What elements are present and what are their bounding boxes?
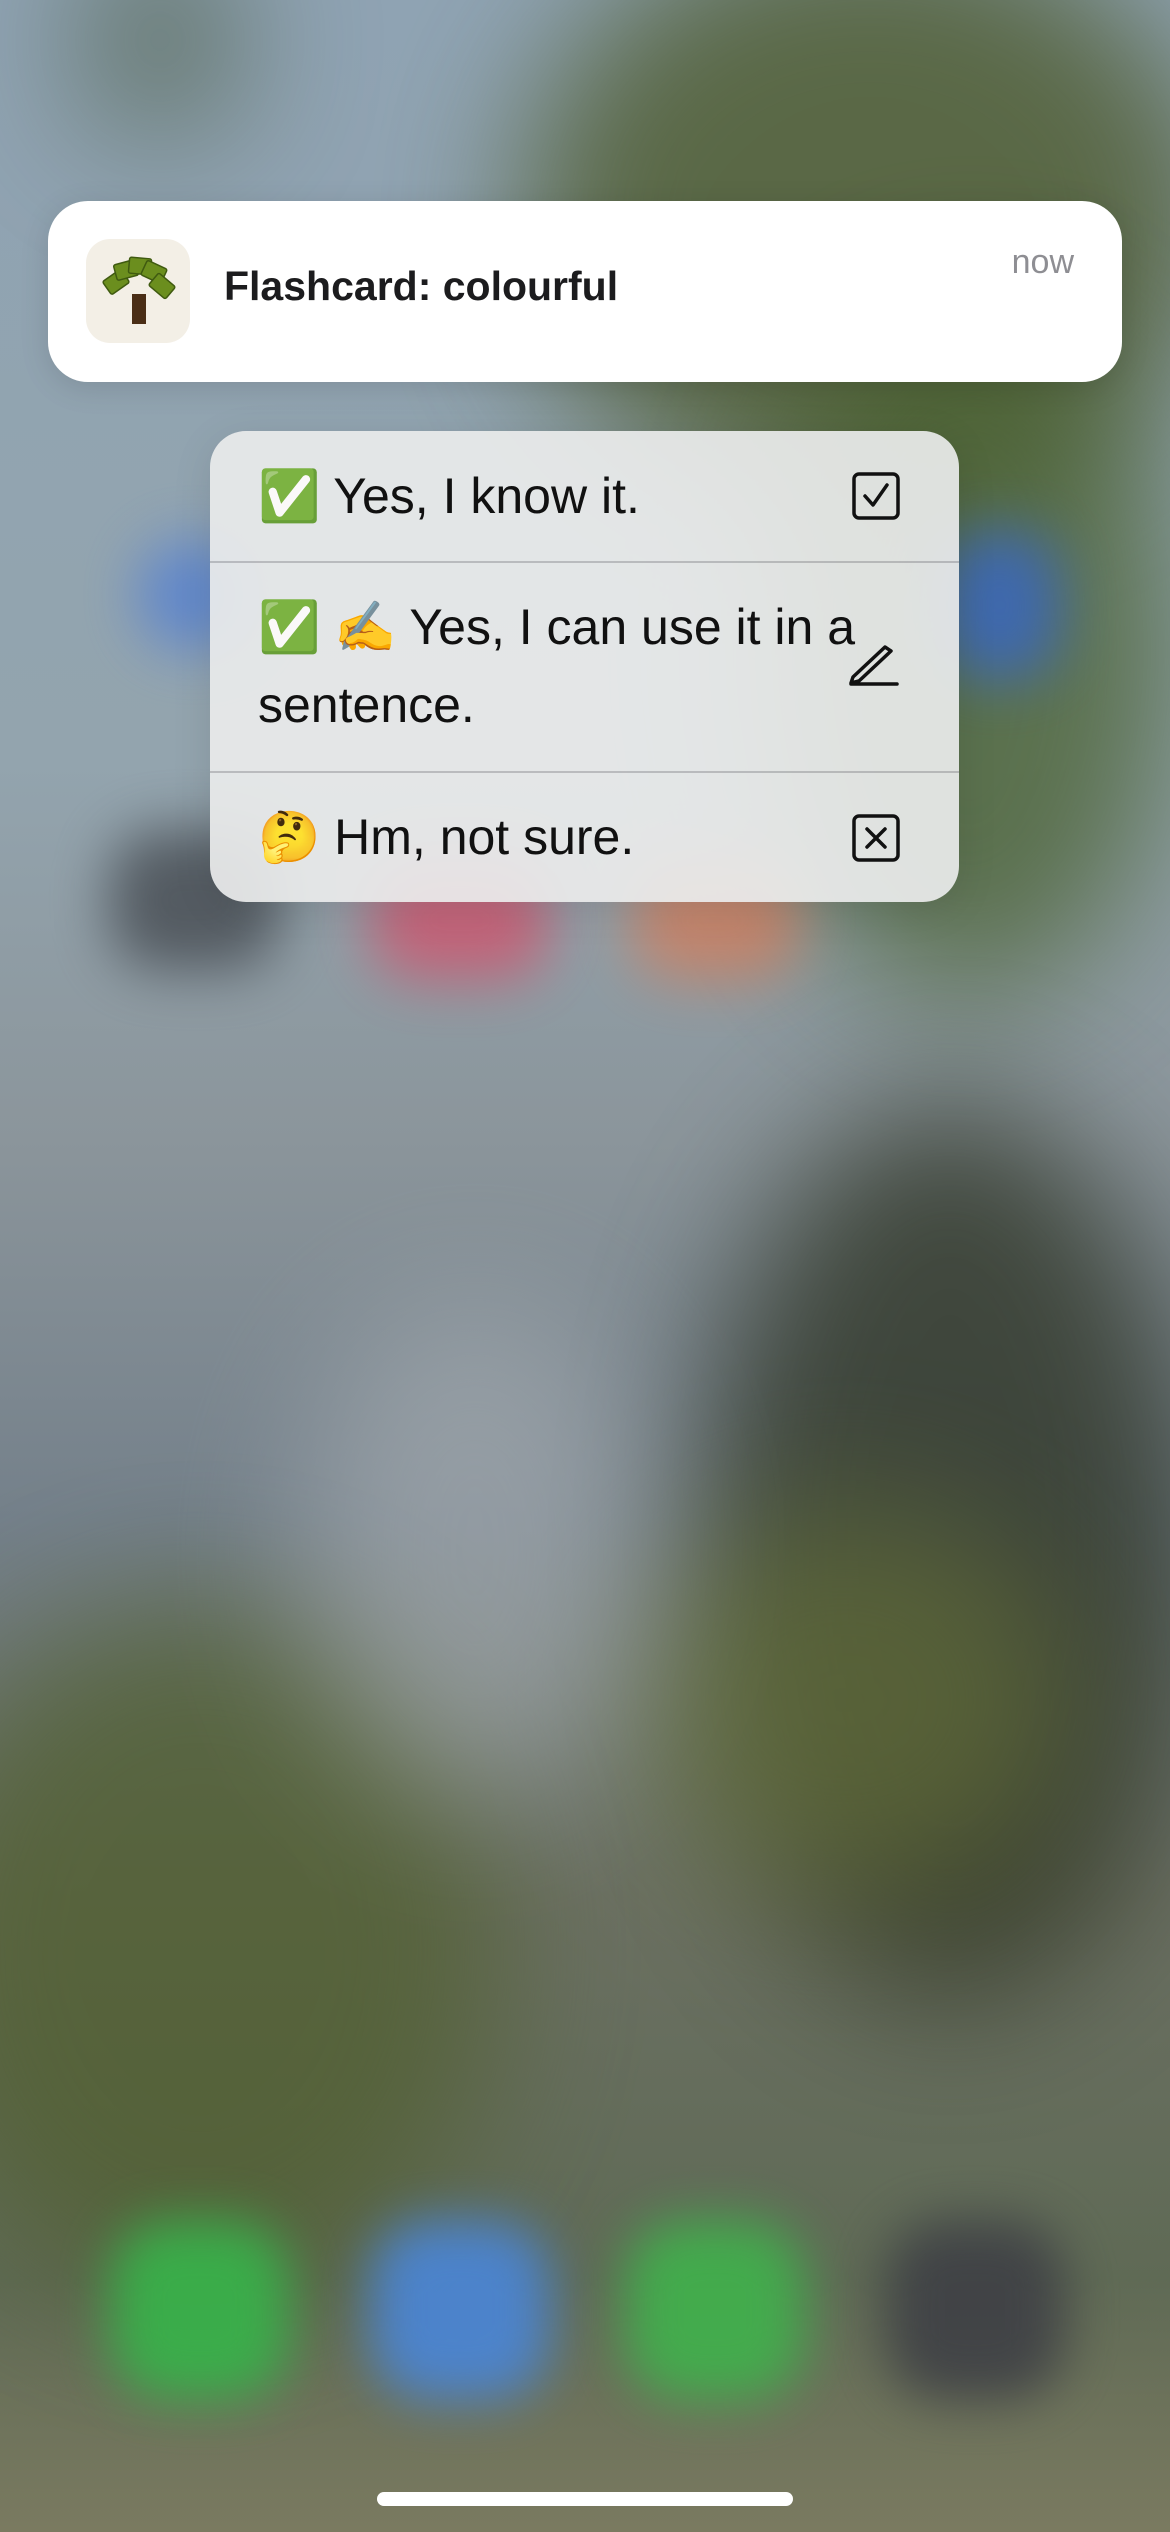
close-box-icon: [851, 813, 901, 868]
action-label: ✅ Yes, I know it.: [258, 468, 640, 524]
flashcard-tree-icon: [86, 239, 190, 343]
action-not-sure[interactable]: 🤔 Hm, not sure.: [210, 773, 959, 902]
notification-time: now: [1011, 243, 1074, 281]
notification-title: Flashcard: colourful: [224, 263, 619, 309]
action-label: 🤔 Hm, not sure.: [258, 809, 635, 865]
action-label: ✅ ✍️ Yes, I can use it in a sentence.: [258, 599, 856, 733]
checkbox-checked-icon: [851, 471, 901, 526]
action-use-in-sentence[interactable]: ✅ ✍️ Yes, I can use it in a sentence.: [210, 563, 959, 771]
pencil-icon: [847, 641, 901, 692]
notification-banner[interactable]: Flashcard: colourful now: [48, 201, 1122, 382]
notification-actions-menu: ✅ Yes, I know it. ✅ ✍️ Yes, I can use it…: [210, 431, 959, 902]
action-know-it[interactable]: ✅ Yes, I know it.: [210, 431, 959, 561]
home-indicator[interactable]: [377, 2492, 793, 2506]
